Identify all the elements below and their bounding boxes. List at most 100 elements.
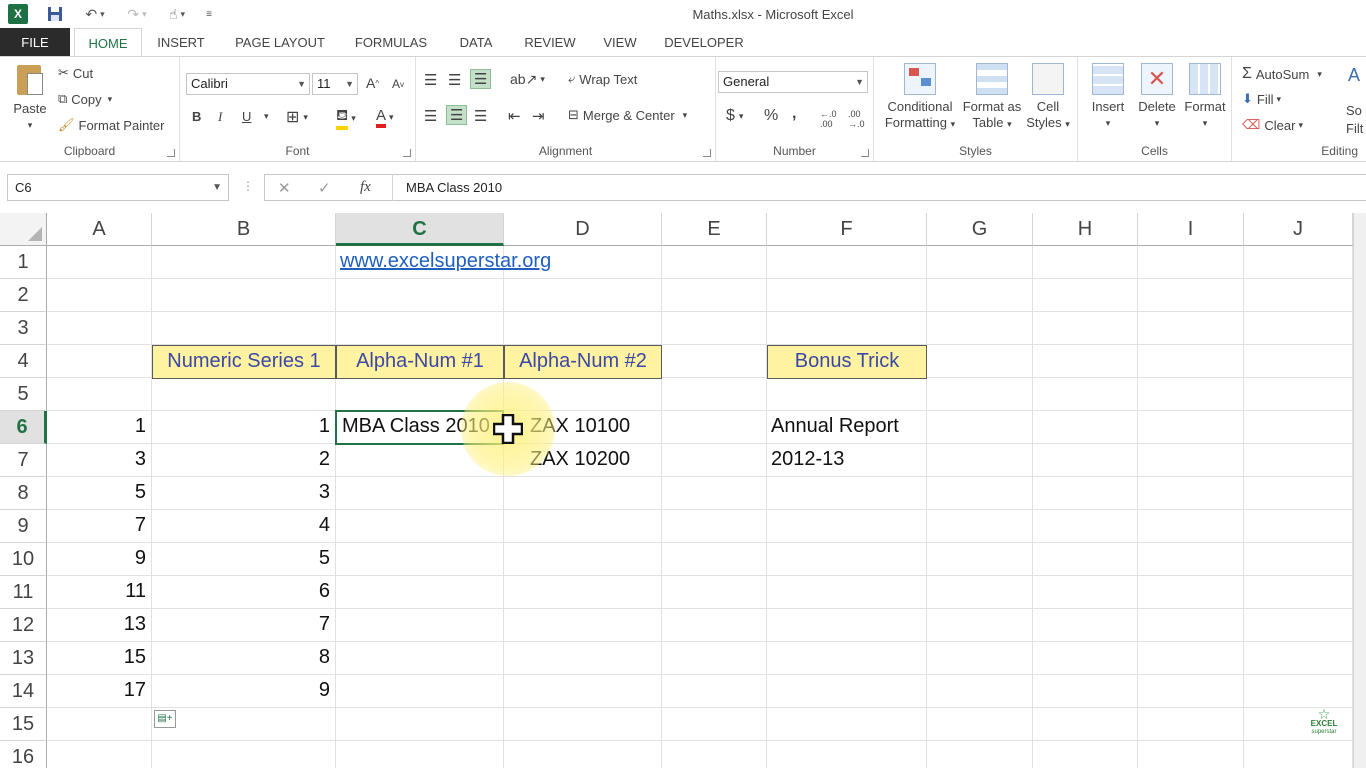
clear-button[interactable]: ⌫ Clear ▾: [1242, 117, 1303, 133]
cell-a9[interactable]: 7: [47, 510, 152, 543]
column-header-a[interactable]: A: [47, 213, 152, 246]
tab-view[interactable]: VIEW: [598, 28, 642, 57]
decrease-indent-icon[interactable]: ⇤: [508, 107, 521, 125]
cell-b10[interactable]: 5: [152, 543, 336, 576]
copy-button[interactable]: ⧉ Copy ▾: [58, 91, 112, 107]
row-header-6[interactable]: 6: [0, 411, 47, 444]
cell-b12[interactable]: 7: [152, 609, 336, 642]
column-header-j[interactable]: J: [1244, 213, 1353, 246]
cell-a11[interactable]: 11: [47, 576, 152, 609]
cell-b13[interactable]: 8: [152, 642, 336, 675]
cell-b11[interactable]: 6: [152, 576, 336, 609]
italic-button[interactable]: I: [218, 109, 222, 125]
cell-d4[interactable]: Alpha-Num #2: [504, 345, 662, 379]
column-header-e[interactable]: E: [662, 213, 767, 246]
cell-a13[interactable]: 15: [47, 642, 152, 675]
clipboard-launcher-icon[interactable]: [167, 149, 175, 157]
column-header-f[interactable]: F: [767, 213, 927, 246]
font-launcher-icon[interactable]: [403, 149, 411, 157]
tab-review[interactable]: REVIEW: [518, 28, 582, 57]
currency-button[interactable]: $ ▾: [726, 107, 743, 125]
tab-developer[interactable]: DEVELOPER: [660, 28, 748, 57]
percent-button[interactable]: %: [764, 107, 778, 125]
name-box[interactable]: C6 ▼: [7, 174, 229, 201]
underline-dropdown-icon[interactable]: ▾: [264, 111, 269, 122]
sort-filter-button[interactable]: So: [1346, 103, 1362, 118]
comma-button[interactable]: ,: [792, 105, 796, 123]
underline-button[interactable]: U: [242, 109, 251, 124]
tab-formulas[interactable]: FORMULAS: [346, 28, 436, 57]
delete-cells-button[interactable]: ✕ Delete ▾: [1132, 63, 1182, 131]
column-header-i[interactable]: I: [1138, 213, 1244, 246]
row-header-15[interactable]: 15: [0, 708, 47, 741]
increase-decimal-icon[interactable]: ←.0.00: [820, 109, 837, 129]
cell-a12[interactable]: 13: [47, 609, 152, 642]
column-header-d[interactable]: D: [504, 213, 662, 246]
row-header-4[interactable]: 4: [0, 345, 47, 378]
align-middle-icon[interactable]: ☰: [448, 71, 461, 89]
cell-a7[interactable]: 3: [47, 444, 152, 477]
format-painter-button[interactable]: 🖌 Format Painter: [58, 117, 165, 133]
wrap-text-button[interactable]: ⤶ Wrap Text: [568, 71, 637, 87]
format-as-table-button[interactable]: Format as Table ▾: [960, 63, 1024, 132]
row-header-3[interactable]: 3: [0, 312, 47, 345]
row-header-5[interactable]: 5: [0, 378, 47, 411]
insert-cells-button[interactable]: Insert ▾: [1084, 63, 1132, 131]
sort-filter-icon[interactable]: A: [1348, 65, 1360, 86]
cell-b9[interactable]: 4: [152, 510, 336, 543]
cell-f6[interactable]: Annual Report: [767, 411, 927, 444]
row-header-10[interactable]: 10: [0, 543, 47, 576]
row-header-14[interactable]: 14: [0, 675, 47, 708]
font-name-select[interactable]: Calibri ▼: [186, 73, 310, 95]
number-format-select[interactable]: General ▼: [718, 71, 868, 93]
row-header-11[interactable]: 11: [0, 576, 47, 609]
column-header-c[interactable]: C: [336, 213, 504, 246]
align-center-icon[interactable]: ☰: [446, 105, 468, 125]
conditional-formatting-button[interactable]: Conditional Formatting ▾: [880, 63, 960, 132]
vertical-scrollbar[interactable]: [1353, 213, 1366, 768]
tab-home[interactable]: HOME: [74, 28, 142, 57]
number-launcher-icon[interactable]: [861, 149, 869, 157]
shrink-font-icon[interactable]: Av: [392, 77, 404, 91]
cell-b4[interactable]: Numeric Series 1: [152, 345, 336, 379]
auto-fill-options-icon[interactable]: ▤+: [154, 710, 176, 728]
fill-color-icon[interactable]: ⛾ ▾: [336, 107, 356, 130]
format-cells-button[interactable]: Format ▾: [1180, 63, 1230, 131]
row-header-9[interactable]: 9: [0, 510, 47, 543]
tab-file[interactable]: FILE: [0, 28, 70, 57]
row-header-12[interactable]: 12: [0, 609, 47, 642]
tab-data[interactable]: DATA: [450, 28, 502, 57]
column-header-b[interactable]: B: [152, 213, 336, 246]
cell-c4[interactable]: Alpha-Num #1: [336, 345, 504, 379]
align-top-icon[interactable]: ☰: [424, 71, 437, 89]
cell-a10[interactable]: 9: [47, 543, 152, 576]
merge-center-button[interactable]: ⊟ Merge & Center ▾: [568, 107, 687, 123]
cut-button[interactable]: ✂ Cut: [58, 65, 93, 81]
enter-icon[interactable]: ✓: [318, 179, 331, 197]
formula-bar-grip-icon[interactable]: ⋮: [242, 179, 254, 193]
alignment-launcher-icon[interactable]: [703, 149, 711, 157]
column-header-h[interactable]: H: [1033, 213, 1138, 246]
cell-a8[interactable]: 5: [47, 477, 152, 510]
cell-styles-button[interactable]: Cell Styles ▾: [1022, 63, 1074, 132]
cell-f4[interactable]: Bonus Trick: [767, 345, 927, 379]
paste-button[interactable]: Paste ▾: [8, 63, 52, 133]
insert-function-icon[interactable]: fx: [360, 179, 371, 196]
select-all-button[interactable]: [0, 213, 47, 246]
row-header-7[interactable]: 7: [0, 444, 47, 477]
cell-b14[interactable]: 9: [152, 675, 336, 708]
tab-insert[interactable]: INSERT: [150, 28, 212, 57]
row-header-8[interactable]: 8: [0, 477, 47, 510]
row-header-16[interactable]: 16: [0, 741, 47, 768]
cancel-icon[interactable]: ✕: [278, 179, 291, 197]
cell-c1[interactable]: www.excelsuperstar.org: [336, 246, 551, 279]
row-header-2[interactable]: 2: [0, 279, 47, 312]
borders-icon[interactable]: ⊞ ▾: [286, 107, 308, 127]
cell-b7[interactable]: 2: [152, 444, 336, 477]
formula-input[interactable]: MBA Class 2010: [392, 174, 1366, 201]
cell-f7[interactable]: 2012-13: [767, 444, 927, 477]
cell-b8[interactable]: 3: [152, 477, 336, 510]
align-left-icon[interactable]: ☰: [424, 107, 437, 125]
grow-font-icon[interactable]: A ^: [366, 75, 379, 91]
align-right-icon[interactable]: ☰: [474, 107, 487, 125]
